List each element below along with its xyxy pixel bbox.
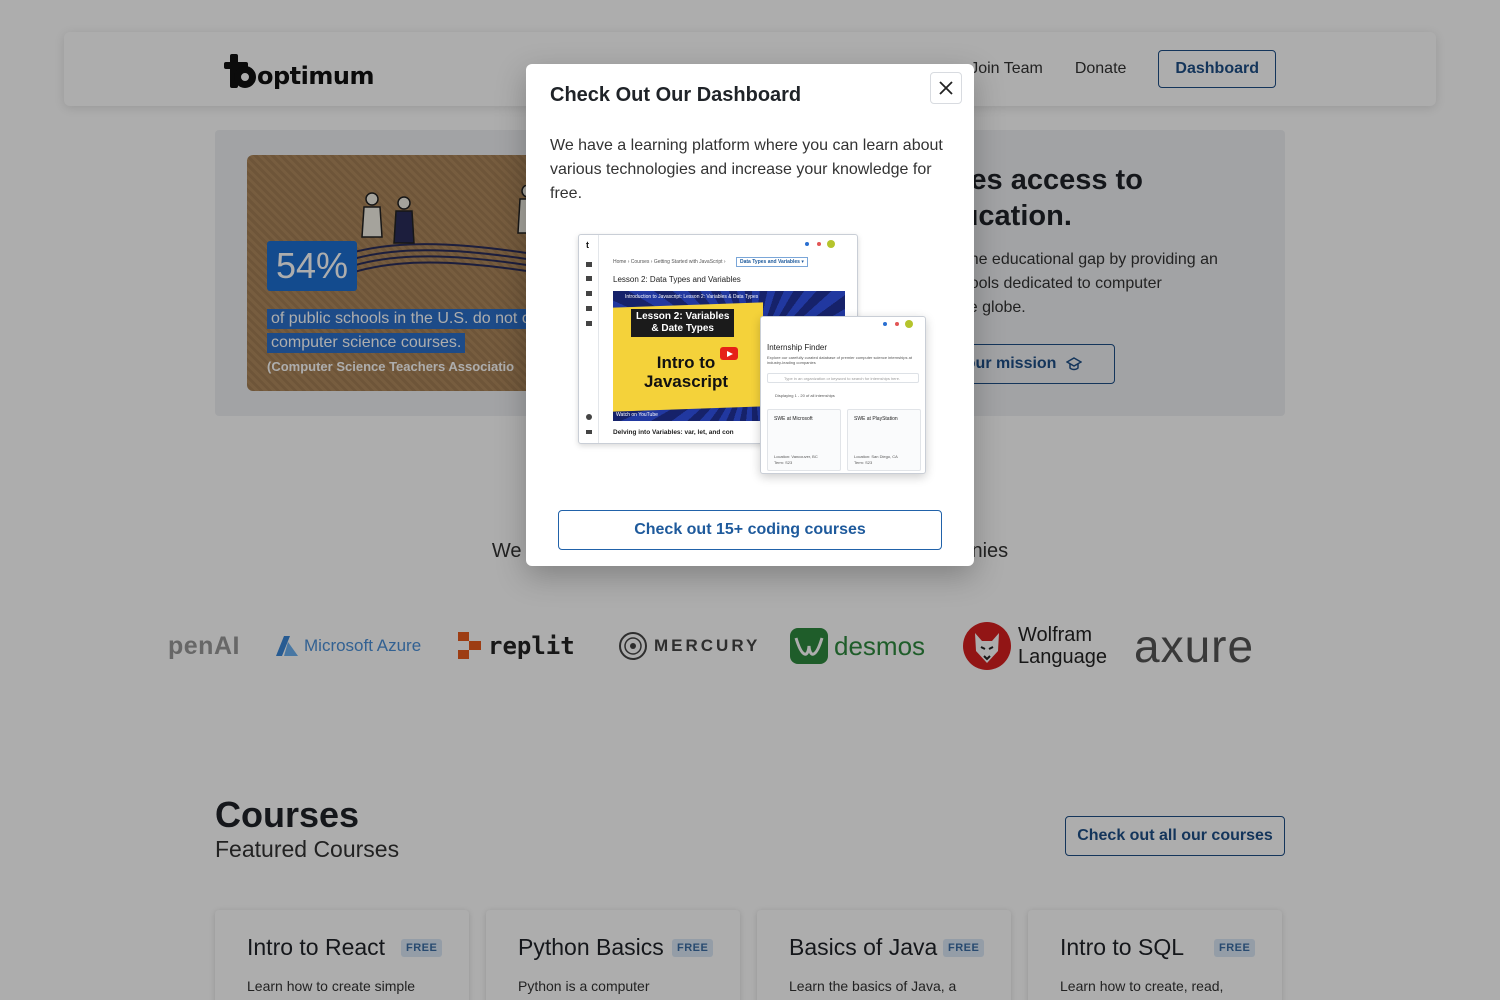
svg-text:t: t bbox=[586, 240, 589, 250]
preview-video-tag: Lesson 2: Variables & Date Types bbox=[631, 309, 735, 337]
preview-video-title: Introduction to Javascript: Lesson 2: Va… bbox=[625, 294, 759, 300]
preview-footer-text: Delving into Variables: var, let, and co… bbox=[613, 429, 734, 436]
coding-courses-button[interactable]: Check out 15+ coding courses bbox=[558, 510, 942, 550]
preview-breadcrumb: Home › Courses › Getting Started with Ja… bbox=[613, 259, 726, 265]
preview-popup-title: Internship Finder bbox=[767, 343, 828, 352]
preview-popup-count: Displaying 1 - 20 of all internships bbox=[775, 393, 835, 398]
preview-job-card-1: SWE at Microsoft Location: Vancouver, BC… bbox=[767, 409, 841, 471]
preview-sidebar: t bbox=[579, 235, 599, 443]
internship-finder-preview: Internship Finder Explore our carefully … bbox=[760, 316, 926, 474]
preview-popup-description: Explore our carefully curated database o… bbox=[767, 355, 912, 365]
youtube-play-icon bbox=[720, 347, 738, 360]
preview-job-card-2: SWE at PlayStation Location: San Diego, … bbox=[847, 409, 921, 471]
preview-popup-search: Type in an organization or keyword to se… bbox=[767, 373, 919, 383]
dashboard-modal: Check Out Our Dashboard We have a learni… bbox=[526, 64, 974, 566]
modal-close-button[interactable] bbox=[930, 72, 962, 104]
preview-popup-header-icons bbox=[883, 320, 913, 328]
close-icon bbox=[939, 81, 953, 95]
preview-crumb-active: Data Types and Variables ▾ bbox=[736, 257, 808, 267]
preview-lesson-title: Lesson 2: Data Types and Variables bbox=[613, 275, 741, 284]
preview-watch-on: Watch on YouTube bbox=[616, 412, 658, 418]
preview-header-icons bbox=[805, 240, 835, 248]
preview-sidebar-icons: t bbox=[586, 240, 592, 434]
modal-body-text: We have a learning platform where you ca… bbox=[550, 137, 943, 202]
modal-title: Check Out Our Dashboard bbox=[550, 84, 802, 106]
